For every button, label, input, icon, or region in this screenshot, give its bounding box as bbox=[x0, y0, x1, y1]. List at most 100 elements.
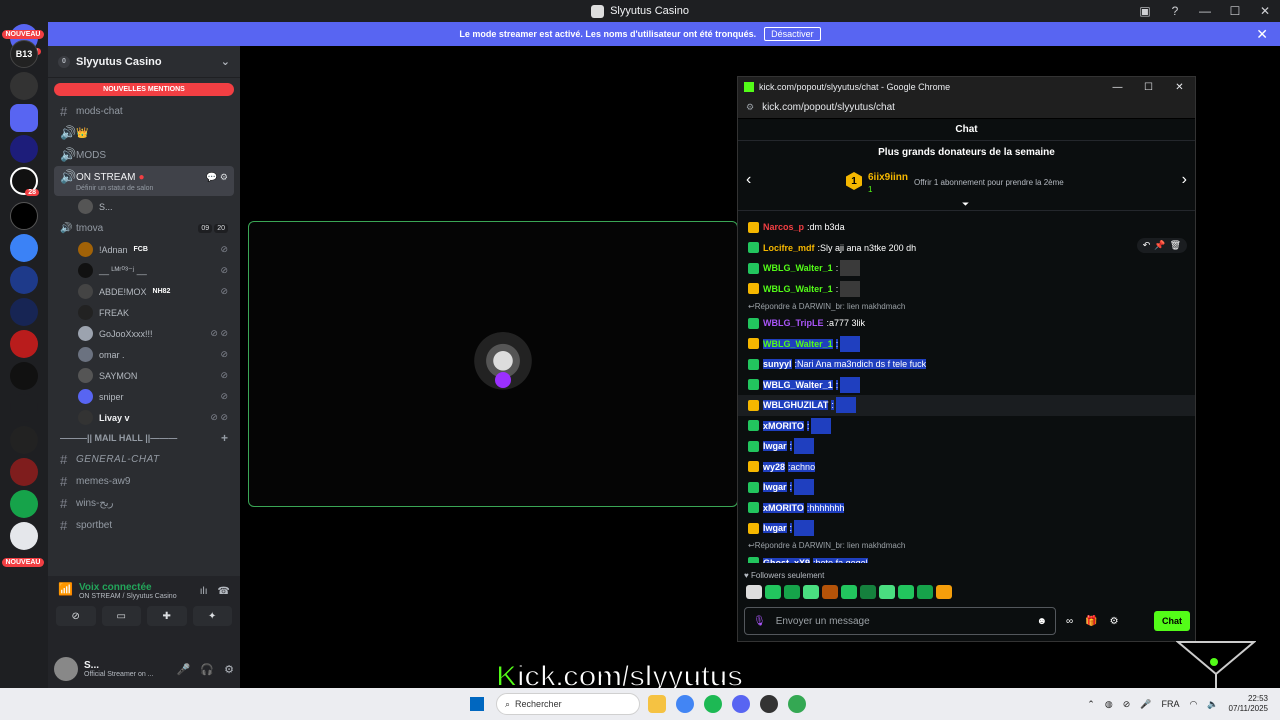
disconnect-icon[interactable]: ☎ bbox=[218, 586, 230, 597]
minimize-button[interactable]: — bbox=[1102, 82, 1133, 93]
server-icon[interactable] bbox=[10, 362, 38, 390]
chat-message[interactable]: lwgar: bbox=[748, 477, 1185, 498]
chat-input[interactable]: 🎙 Envoyer un message ☻ bbox=[744, 607, 1056, 635]
activities-button[interactable]: ✚ bbox=[147, 606, 187, 626]
close-icon[interactable]: ✕ bbox=[1256, 26, 1268, 43]
server-icon[interactable] bbox=[10, 234, 38, 262]
server-icon[interactable] bbox=[10, 330, 38, 358]
send-chat-button[interactable]: Chat bbox=[1154, 611, 1190, 631]
category-mail-hall[interactable]: ———|| MAIL HALL ||——— + bbox=[48, 428, 240, 448]
server-icon[interactable] bbox=[10, 490, 38, 518]
emote-icon[interactable] bbox=[898, 585, 914, 599]
voice-user[interactable]: Livay v ⊘ ⊘ bbox=[48, 407, 240, 428]
chat-message[interactable]: WBLG_Walter_1: bbox=[748, 258, 1185, 279]
chat-message[interactable]: wy28: achno bbox=[748, 457, 1185, 478]
soundboard-button[interactable]: ✦ bbox=[192, 606, 232, 626]
chat-message[interactable]: WBLGHUZILAT: bbox=[738, 395, 1195, 416]
obs-icon[interactable] bbox=[760, 695, 778, 713]
chat-message[interactable]: lwgar: bbox=[748, 518, 1185, 539]
chat-message[interactable]: lwgar: bbox=[748, 436, 1185, 457]
reply-icon[interactable]: ↶ bbox=[1143, 240, 1151, 251]
voice-user[interactable]: ABDE!MOX NH82 ⊘ bbox=[48, 281, 240, 302]
chat-username[interactable]: WBLGHUZILAT bbox=[763, 400, 829, 411]
chat-message[interactable]: Locifre_mdf: Sly aji ana n3tke 200 dh bbox=[748, 238, 1185, 259]
channel-action-icons[interactable]: 💬 ⚙ bbox=[206, 172, 228, 183]
channel-wins[interactable]: # wins-ربح bbox=[48, 492, 240, 514]
server-icon-b13[interactable]: B13 bbox=[10, 40, 38, 68]
chevron-right-icon[interactable]: › bbox=[1182, 171, 1187, 189]
channel-status[interactable]: Définir un statut de salon bbox=[76, 185, 153, 192]
donor-name[interactable]: 6iix9iinn bbox=[868, 172, 908, 183]
chat-username[interactable]: Ghost_xX9 bbox=[763, 557, 811, 563]
server-icon[interactable] bbox=[10, 298, 38, 326]
voice-location[interactable]: ON STREAM / Slyyutus Casino bbox=[79, 593, 177, 600]
inbox-icon[interactable]: ▣ bbox=[1130, 4, 1160, 18]
voice-user[interactable]: SAYMON ⊘ bbox=[48, 365, 240, 386]
chat-message[interactable]: WBLG_Walter_1: bbox=[748, 375, 1185, 396]
chat-username[interactable]: lwgar bbox=[763, 441, 787, 452]
voice-user[interactable]: __ ᴸᴹʳ⁰³⁻ʲ __ ⊘ bbox=[48, 260, 240, 281]
chat-username[interactable]: xMORITO bbox=[763, 420, 804, 431]
chat-username[interactable]: WBLG_Walter_1 bbox=[763, 379, 833, 390]
chevron-up-icon[interactable]: ⌃ bbox=[1087, 699, 1095, 710]
plus-icon[interactable]: + bbox=[221, 431, 228, 445]
chat-username[interactable]: Narcos_p bbox=[763, 222, 804, 232]
spotify-icon[interactable] bbox=[704, 695, 722, 713]
server-icon[interactable] bbox=[10, 522, 38, 550]
emote-icon[interactable] bbox=[917, 585, 933, 599]
chat-username[interactable]: WBLG_Walter_1 bbox=[763, 338, 833, 349]
chat-message[interactable]: WBLG_TripLE: a777 3lik bbox=[748, 313, 1185, 334]
voice-user[interactable]: GoJooXxxx!!! ⊘ ⊘ bbox=[48, 323, 240, 344]
kick-points-icon[interactable]: ∞ bbox=[1066, 616, 1073, 627]
address-bar[interactable]: ⚙ kick.com/popout/slyyutus/chat bbox=[738, 97, 1195, 119]
chevron-left-icon[interactable]: ‹ bbox=[746, 171, 751, 189]
server-icon[interactable] bbox=[10, 458, 38, 486]
maximize-button[interactable]: ☐ bbox=[1220, 4, 1250, 18]
gear-icon[interactable]: ⚙ bbox=[224, 663, 234, 676]
emote-icon[interactable] bbox=[803, 585, 819, 599]
chat-message[interactable]: xMORITO: hhhhhhh bbox=[748, 498, 1185, 519]
minimize-button[interactable]: — bbox=[1190, 4, 1220, 18]
chrome-profile-icon[interactable] bbox=[788, 695, 806, 713]
chrome-icon[interactable] bbox=[676, 695, 694, 713]
server-icon[interactable] bbox=[10, 394, 38, 422]
gift-icon[interactable]: 🎁 bbox=[1085, 616, 1097, 627]
emote-icon[interactable] bbox=[765, 585, 781, 599]
channel-general-chat[interactable]: # GENERAL-CHAT bbox=[48, 448, 240, 470]
wifi-icon[interactable]: ◠ bbox=[1189, 699, 1197, 710]
screen-share-button[interactable]: ▭ bbox=[101, 606, 141, 626]
server-icon[interactable] bbox=[10, 72, 38, 100]
new-mentions-button[interactable]: NOUVELLES MENTIONS bbox=[54, 83, 234, 96]
pin-icon[interactable]: 📌 bbox=[1154, 240, 1165, 251]
emoji-icon[interactable]: ☻ bbox=[1036, 616, 1047, 627]
stream-tile[interactable] bbox=[248, 221, 738, 507]
channel-tmova[interactable]: 🔊 tmova 09 20 bbox=[48, 217, 240, 239]
emote-icon[interactable] bbox=[784, 585, 800, 599]
wifi-off-icon[interactable]: ⊘ bbox=[1123, 699, 1131, 710]
channel-memes[interactable]: # memes-aw9 bbox=[48, 470, 240, 492]
gift-sub-offer[interactable]: Offrir 1 abonnement pour prendre la 2ème bbox=[914, 178, 1064, 187]
channel-crown[interactable]: 🔊 👑 bbox=[48, 122, 240, 144]
close-button[interactable]: ✕ bbox=[1250, 4, 1280, 18]
disable-streamer-mode-button[interactable]: Désactiver bbox=[764, 27, 821, 41]
channel-mods-chat[interactable]: # mods-chat bbox=[48, 100, 240, 122]
emote-icon[interactable] bbox=[879, 585, 895, 599]
pin-toggle-icon[interactable]: ⏷ bbox=[962, 199, 969, 210]
server-icon[interactable] bbox=[10, 266, 38, 294]
chat-username[interactable]: wy28 bbox=[763, 461, 786, 472]
chat-message[interactable]: WBLG_Walter_1: bbox=[748, 279, 1185, 300]
start-icon[interactable] bbox=[470, 697, 484, 711]
emote-icon[interactable] bbox=[822, 585, 838, 599]
server-icon[interactable] bbox=[10, 202, 38, 230]
chat-username[interactable]: lwgar bbox=[763, 482, 787, 493]
chat-message[interactable]: WBLG_Walter_1: bbox=[748, 334, 1185, 355]
server-folder[interactable] bbox=[10, 104, 38, 132]
chat-message[interactable]: xMORITO: bbox=[748, 416, 1185, 437]
chat-username[interactable]: WBLG_Walter_1 bbox=[763, 263, 833, 273]
network-icon[interactable]: ◍ bbox=[1105, 699, 1113, 710]
emote-icon[interactable] bbox=[860, 585, 876, 599]
chat-message[interactable]: Narcos_p: dm b3da bbox=[748, 217, 1185, 238]
microphone-icon[interactable]: 🎙 bbox=[753, 616, 766, 627]
server-icon[interactable] bbox=[10, 426, 38, 454]
voice-user[interactable]: sniper ⊘ bbox=[48, 386, 240, 407]
